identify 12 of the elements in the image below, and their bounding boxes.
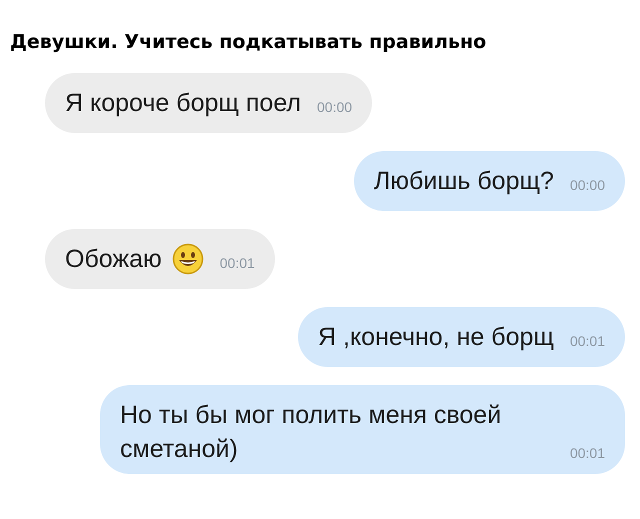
- message-text: Я короче борщ поел: [65, 88, 301, 118]
- message-time: 00:01: [220, 254, 255, 272]
- message-time: 00:00: [570, 176, 605, 194]
- smiley-icon: [172, 242, 204, 274]
- message-text: Обожаю: [65, 244, 162, 274]
- caption-title: Девушки. Учитесь подкатывать правильно: [9, 30, 486, 55]
- message-time: 00:01: [570, 444, 605, 462]
- message-time: 00:00: [317, 98, 352, 116]
- message-text: Но ты бы мог полить меня своей сметаной): [120, 400, 502, 464]
- message-text: Любишь борщ?: [374, 166, 554, 196]
- message-text: Я ,конечно, не борщ: [318, 322, 554, 352]
- message-time: 00:01: [570, 332, 605, 350]
